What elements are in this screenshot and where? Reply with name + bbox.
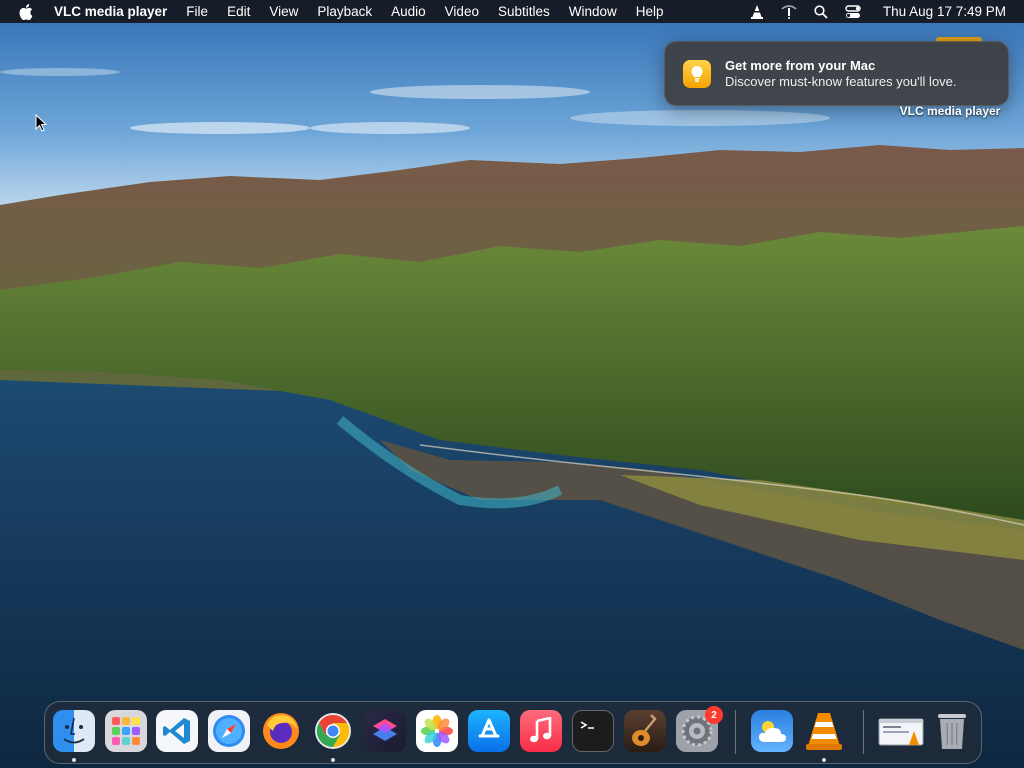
- status-area: Thu Aug 17 7:49 PM: [741, 0, 1024, 23]
- chrome-icon[interactable]: [312, 710, 354, 752]
- photos-icon[interactable]: [416, 710, 458, 752]
- lightbulb-icon: [683, 59, 711, 88]
- spotlight-search-icon[interactable]: [811, 0, 831, 23]
- dock-separator-2: [863, 710, 864, 754]
- shortcuts-icon[interactable]: [364, 710, 406, 752]
- menu-view[interactable]: View: [260, 0, 308, 23]
- menu-window[interactable]: Window: [559, 0, 626, 23]
- dock-separator: [735, 710, 736, 754]
- safari-icon[interactable]: [208, 710, 250, 752]
- menu-edit[interactable]: Edit: [218, 0, 260, 23]
- tips-notification[interactable]: Get more from your Mac Discover must-kno…: [664, 41, 1009, 106]
- wifi-off-icon[interactable]: [779, 0, 799, 23]
- app-store-icon[interactable]: [468, 710, 510, 752]
- menu-bar-clock[interactable]: Thu Aug 17 7:49 PM: [869, 4, 1024, 19]
- launchpad-icon[interactable]: [105, 710, 147, 752]
- notification-body: Discover must-know features you'll love.: [725, 74, 957, 89]
- vlc-icon[interactable]: [803, 710, 845, 752]
- finder-running-indicator: [72, 758, 76, 762]
- menu-video[interactable]: Video: [435, 0, 488, 23]
- menu-app-name[interactable]: VLC media player: [52, 0, 177, 23]
- vlc-status-icon[interactable]: [747, 0, 767, 23]
- menu-bar: VLC media player File Edit View Playback…: [0, 0, 1024, 23]
- menu-playback[interactable]: Playback: [308, 0, 382, 23]
- music-icon[interactable]: [520, 710, 562, 752]
- menu-subtitles[interactable]: Subtitles: [488, 0, 559, 23]
- notification-title: Get more from your Mac: [725, 58, 876, 73]
- vscode-icon[interactable]: [156, 710, 198, 752]
- dock: 2: [44, 701, 982, 764]
- downloads-stack-icon[interactable]: [877, 710, 925, 752]
- weather-icon[interactable]: [751, 710, 793, 752]
- firefox-icon[interactable]: [260, 710, 302, 752]
- chrome-running-indicator: [331, 758, 335, 762]
- vlc-running-indicator: [822, 758, 826, 762]
- notification-text: Get more from your Mac Discover must-kno…: [725, 58, 957, 89]
- trash-icon[interactable]: [931, 710, 973, 752]
- apple-menu-icon[interactable]: [14, 3, 38, 20]
- desktop-item-label[interactable]: VLC media player: [880, 104, 1020, 118]
- menu-help[interactable]: Help: [626, 0, 673, 23]
- settings-notification-badge: 2: [705, 706, 723, 724]
- terminal-icon[interactable]: [572, 710, 614, 752]
- menu-file[interactable]: File: [177, 0, 218, 23]
- menu-audio[interactable]: Audio: [382, 0, 436, 23]
- garageband-icon[interactable]: [624, 710, 666, 752]
- mouse-cursor-icon: [35, 114, 47, 132]
- finder-icon[interactable]: [53, 710, 95, 752]
- desktop-wallpaper: [0, 0, 1024, 768]
- control-center-icon[interactable]: [843, 0, 863, 23]
